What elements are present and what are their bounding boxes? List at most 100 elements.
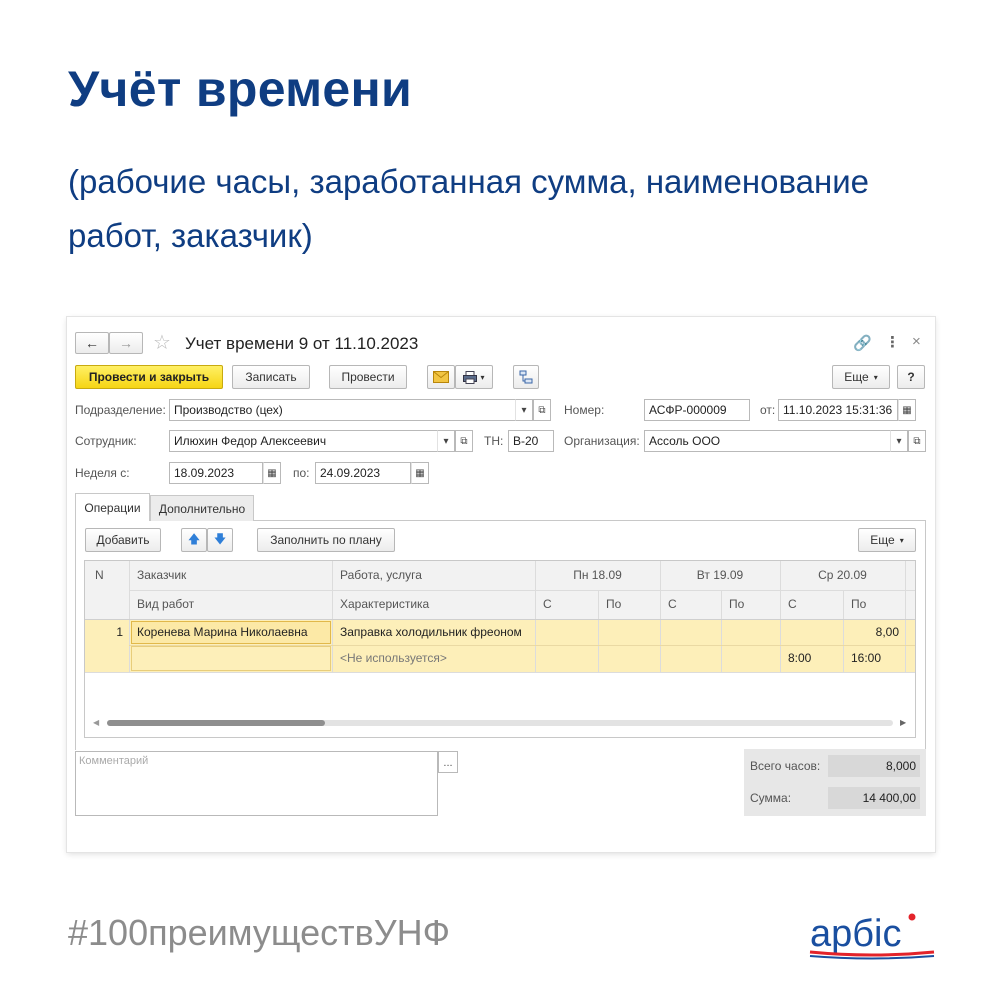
division-label: Подразделение: <box>75 403 166 417</box>
help-button[interactable]: ? <box>897 365 925 389</box>
header-day-3-from[interactable]: С <box>782 590 797 618</box>
division-field[interactable]: Производство (цех) <box>169 399 533 421</box>
hashtag: #100преимуществУНФ <box>68 912 450 953</box>
arrow-left-icon: ← <box>85 335 99 351</box>
header-day-1[interactable]: Пн 18.09 <box>535 561 660 589</box>
operations-table: N Заказчик Работа, услуга Вид работ Хара… <box>84 560 916 738</box>
header-day-3[interactable]: Ср 20.09 <box>780 561 905 589</box>
save-button[interactable]: Записать <box>232 365 310 389</box>
comment-expand-button[interactable]: ... <box>438 751 458 773</box>
characteristic-cell[interactable]: <Не используется> <box>340 645 447 671</box>
tab-operations[interactable]: Операции <box>75 493 150 521</box>
post-and-close-button[interactable]: Провести и закрыть <box>75 365 223 389</box>
total-hours-value: 8,000 <box>828 755 920 777</box>
window-title: Учет времени 9 от 11.10.2023 <box>185 334 419 353</box>
from-label: от: <box>760 403 776 417</box>
header-work-type[interactable]: Вид работ <box>131 590 194 618</box>
structure-button[interactable] <box>513 365 539 389</box>
chevron-down-icon: ▾ <box>480 372 485 382</box>
header-day-2-from[interactable]: С <box>662 590 677 618</box>
header-day-2-to[interactable]: По <box>723 590 744 618</box>
header-day-1-to[interactable]: По <box>600 590 621 618</box>
printer-icon <box>463 370 478 384</box>
email-button[interactable] <box>427 365 455 389</box>
work-cell[interactable]: Заправка холодильник фреоном <box>340 619 522 645</box>
page-title: Учёт времени <box>68 61 413 117</box>
page-subtitle: (рабочие часы, заработанная сумма, наиме… <box>68 163 869 254</box>
day-3-hours-cell[interactable]: 8,00 <box>780 619 899 645</box>
move-up-button[interactable]: 🡅 <box>181 528 207 552</box>
move-down-button[interactable]: 🡇 <box>207 528 233 552</box>
totals-panel: Всего часов: 8,000 Сумма: 14 400,00 <box>744 749 926 816</box>
more-icon[interactable]: ⋮ <box>885 333 900 351</box>
star-icon[interactable]: ☆ <box>153 330 171 355</box>
comment-field[interactable]: Комментарий <box>75 751 438 816</box>
header-characteristic[interactable]: Характеристика <box>334 590 429 618</box>
to-label: по: <box>293 466 310 480</box>
organization-open-icon[interactable]: ⧉ <box>908 430 926 452</box>
structure-icon <box>519 370 533 384</box>
add-button[interactable]: Добавить <box>85 528 161 552</box>
number-label: Номер: <box>564 403 605 417</box>
employee-dropdown-icon[interactable]: ▾ <box>437 430 455 452</box>
date-field[interactable]: 11.10.2023 15:31:36 <box>778 399 898 421</box>
division-dropdown-icon[interactable]: ▾ <box>515 399 533 421</box>
calendar-icon[interactable]: ▦ <box>898 399 916 421</box>
scroll-right-icon[interactable]: ▶ <box>900 718 906 727</box>
scrollbar-thumb[interactable] <box>107 720 325 726</box>
organization-field[interactable]: Ассоль ООО <box>644 430 908 452</box>
header-work[interactable]: Работа, услуга <box>334 561 422 589</box>
employee-field[interactable]: Илюхин Федор Алексеевич <box>169 430 455 452</box>
total-hours-label: Всего часов: <box>750 759 821 773</box>
fill-by-plan-button[interactable]: Заполнить по плану <box>257 528 395 552</box>
week-from-field[interactable]: 18.09.2023 <box>169 462 263 484</box>
tab-additional[interactable]: Дополнительно <box>150 495 254 521</box>
header-customer[interactable]: Заказчик <box>131 561 186 589</box>
header-day-1-from[interactable]: С <box>537 590 552 618</box>
work-type-cell[interactable] <box>131 646 331 671</box>
day-3-from-cell[interactable]: 8:00 <box>788 645 811 671</box>
week-to-field[interactable]: 24.09.2023 <box>315 462 411 484</box>
scroll-left-icon[interactable]: ◀ <box>93 718 99 727</box>
customer-cell[interactable]: Коренева Марина Николаевна <box>131 621 331 644</box>
arbis-logo: арбіс <box>809 913 935 960</box>
organization-label: Организация: <box>564 434 640 448</box>
day-3-to-cell[interactable]: 16:00 <box>851 645 881 671</box>
calendar-icon[interactable]: ▦ <box>263 462 281 484</box>
employee-label: Сотрудник: <box>75 434 137 448</box>
table-more-button[interactable]: Еще ▾ <box>858 528 916 552</box>
chevron-down-icon: ▾ <box>899 535 904 545</box>
tab-frame-right <box>925 520 926 750</box>
arrow-down-icon: 🡇 <box>213 531 227 546</box>
organization-dropdown-icon[interactable]: ▾ <box>890 430 908 452</box>
table-more-label: Еще <box>870 533 895 547</box>
comment-placeholder: Комментарий <box>79 755 149 767</box>
total-sum-label: Сумма: <box>750 791 792 805</box>
print-button[interactable]: ▾ <box>455 365 493 389</box>
header-day-2[interactable]: Вт 19.09 <box>660 561 780 589</box>
employee-open-icon[interactable]: ⧉ <box>455 430 473 452</box>
back-button[interactable]: ← <box>75 332 109 354</box>
header-n[interactable]: N <box>89 561 104 589</box>
tab-frame-left <box>75 520 76 750</box>
document-window: ← → ☆ Учет времени 9 от 11.10.2023 🔗 ⋮ ×… <box>67 317 935 852</box>
more-button[interactable]: Еще ▾ <box>832 365 890 389</box>
link-icon[interactable]: 🔗 <box>853 334 872 352</box>
chevron-down-icon: ▾ <box>873 372 878 382</box>
more-button-label: Еще <box>844 370 869 384</box>
row-number: 1 <box>116 625 123 639</box>
tn-field[interactable]: В-20 <box>508 430 554 452</box>
post-button[interactable]: Провести <box>329 365 407 389</box>
header-day-3-to[interactable]: По <box>845 590 866 618</box>
week-label: Неделя с: <box>75 466 130 480</box>
total-sum-value: 14 400,00 <box>828 787 920 809</box>
envelope-icon <box>433 371 449 383</box>
logo-text: арбіс <box>810 913 901 955</box>
division-open-icon[interactable]: ⧉ <box>533 399 551 421</box>
arrow-right-icon: → <box>119 335 133 351</box>
calendar-icon[interactable]: ▦ <box>411 462 429 484</box>
forward-button[interactable]: → <box>109 332 143 354</box>
arrow-up-icon: 🡅 <box>187 531 201 546</box>
close-icon[interactable]: × <box>912 333 921 350</box>
number-field[interactable]: АСФР-000009 <box>644 399 750 421</box>
